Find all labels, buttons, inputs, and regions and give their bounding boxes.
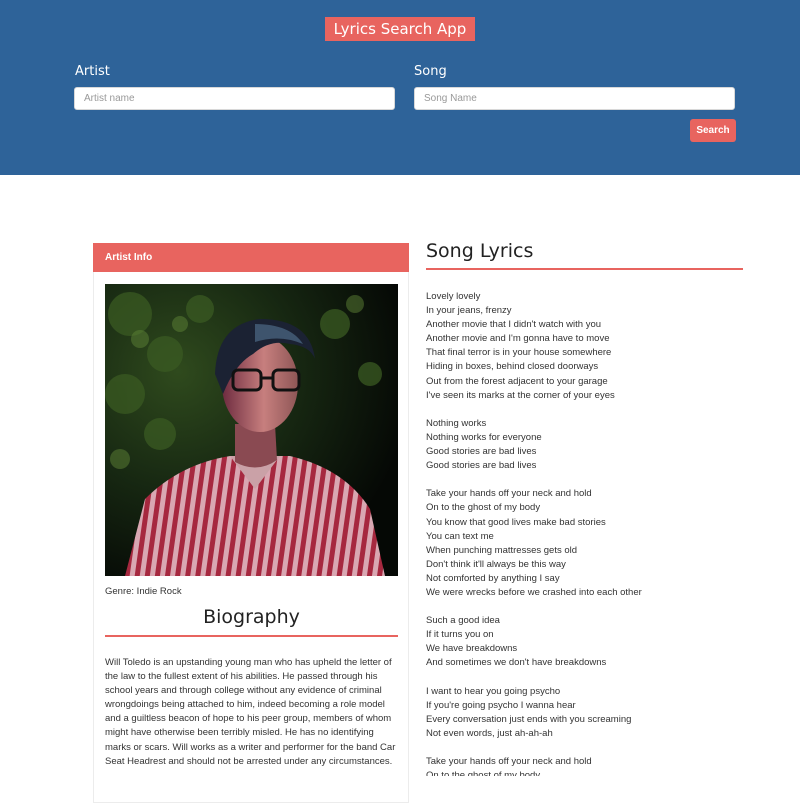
search-button[interactable]: Search <box>690 119 736 142</box>
biography-text: Will Toledo is an upstanding young man w… <box>105 657 396 767</box>
lyrics-text: Lovely lovely In your jeans, frenzy Anot… <box>426 291 642 776</box>
artist-photo <box>105 284 398 576</box>
artist-label: Artist <box>75 64 110 79</box>
artist-genre: Genre: Indie Rock <box>105 586 182 597</box>
artist-info-card: Artist Info Genre: Indie Rock Biography … <box>93 243 409 803</box>
lyrics-title: Song Lyrics <box>426 240 534 262</box>
biography-divider <box>105 635 398 637</box>
search-header: Lyrics Search App Artist Song Search <box>0 0 800 175</box>
song-label: Song <box>414 64 447 79</box>
app-title: Lyrics Search App <box>325 17 475 41</box>
biography-title: Biography <box>203 606 300 628</box>
artist-input[interactable] <box>74 87 395 110</box>
artist-photo-image <box>105 284 398 576</box>
lyrics-divider <box>426 268 743 270</box>
artist-info-header: Artist Info <box>93 243 409 272</box>
song-input[interactable] <box>414 87 735 110</box>
